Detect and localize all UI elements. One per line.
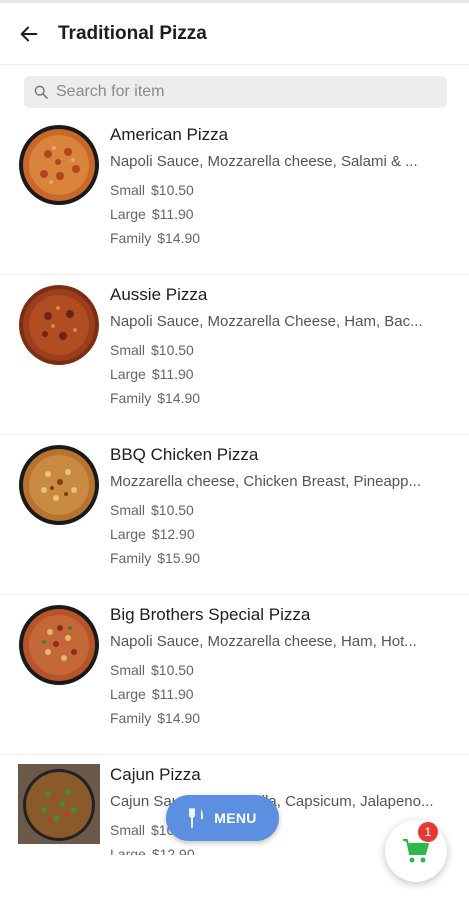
list-item[interactable]: BBQ Chicken Pizza Mozzarella cheese, Chi…	[0, 435, 469, 595]
search-icon	[32, 83, 50, 101]
price-row: Family $15.90	[110, 550, 200, 566]
size-label: Small	[110, 502, 146, 518]
price-row: Large $11.90	[110, 686, 194, 702]
price-value: $12.90	[151, 526, 195, 542]
price-row: Large $11.90	[110, 366, 194, 382]
fork-knife-icon	[189, 808, 204, 828]
price-row: Family $14.90	[110, 710, 200, 726]
size-label: Small	[110, 342, 146, 358]
size-label: Family	[110, 710, 152, 726]
search-input[interactable]	[56, 83, 436, 101]
price-row: Small $10.50	[110, 502, 194, 518]
size-label: Family	[110, 390, 152, 406]
price-value: $11.90	[151, 366, 194, 382]
arrow-left-icon	[20, 26, 38, 41]
price-value: $15.90	[157, 550, 201, 566]
price-value: $12.90	[151, 846, 195, 855]
size-label: Small	[110, 182, 146, 198]
item-name: Cajun Pizza	[110, 765, 201, 784]
price-value: $14.90	[157, 390, 201, 406]
item-name: Big Brothers Special Pizza	[110, 605, 311, 624]
price-row: Small $10.50	[110, 342, 194, 358]
price-value: $10.50	[151, 182, 194, 198]
item-name: Aussie Pizza	[110, 285, 208, 304]
price-row: Large $11.90	[110, 206, 194, 222]
menu-button-label: MENU	[214, 810, 257, 826]
item-description: Napoli Sauce, Mozzarella Cheese, Ham, Ba…	[110, 313, 423, 330]
item-description: Mozzarella cheese, Chicken Breast, Pinea…	[110, 473, 421, 490]
price-value: $14.90	[157, 710, 201, 726]
item-description: Cajun Sauce, Mozzarella, Capsicum, Jalap…	[110, 793, 434, 810]
item-name: BBQ Chicken Pizza	[110, 445, 259, 464]
size-label: Family	[110, 230, 152, 246]
size-label: Large	[110, 526, 146, 542]
price-value: $10.50	[151, 502, 194, 518]
list-item[interactable]: Big Brothers Special Pizza Napoli Sauce,…	[0, 595, 469, 755]
item-list[interactable]: American Pizza Napoli Sauce, Mozzarella …	[0, 115, 469, 855]
price-value: $11.90	[151, 686, 194, 702]
size-label: Family	[110, 550, 152, 566]
app-header: Traditional Pizza	[0, 3, 469, 65]
page-title: Traditional Pizza	[58, 22, 207, 44]
cart-count-badge: 1	[418, 822, 438, 842]
pizza-image	[18, 444, 100, 526]
price-row: Small $10.50	[110, 662, 194, 678]
pizza-image	[18, 764, 100, 844]
list-item[interactable]: American Pizza Napoli Sauce, Mozzarella …	[0, 115, 469, 275]
item-name: American Pizza	[110, 125, 229, 144]
item-description: Napoli Sauce, Mozzarella cheese, Salami …	[110, 153, 418, 170]
back-button[interactable]	[14, 19, 44, 49]
list-item[interactable]: Aussie Pizza Napoli Sauce, Mozzarella Ch…	[0, 275, 469, 435]
search-bar[interactable]	[24, 76, 447, 108]
menu-button[interactable]: MENU	[166, 795, 279, 841]
size-label: Small	[110, 662, 146, 678]
price-value: $14.90	[157, 230, 201, 246]
pizza-image	[18, 604, 100, 686]
item-description: Napoli Sauce, Mozzarella cheese, Ham, Ho…	[110, 633, 417, 650]
size-label: Small	[110, 822, 146, 838]
size-label: Large	[110, 366, 146, 382]
price-row: Family $14.90	[110, 390, 200, 406]
size-label: Large	[110, 686, 146, 702]
price-row: Large $12.90	[110, 526, 195, 542]
size-label: Large	[110, 846, 146, 855]
size-label: Large	[110, 206, 146, 222]
pizza-image	[18, 124, 100, 206]
price-row: Large $12.90	[110, 846, 195, 855]
pizza-image	[18, 284, 100, 366]
price-value: $10.50	[151, 342, 194, 358]
price-row: Small $10.50	[110, 182, 194, 198]
price-value: $11.90	[151, 206, 194, 222]
price-row: Family $14.90	[110, 230, 200, 246]
price-value: $10.50	[151, 662, 194, 678]
cart-button[interactable]: 1	[385, 820, 447, 882]
